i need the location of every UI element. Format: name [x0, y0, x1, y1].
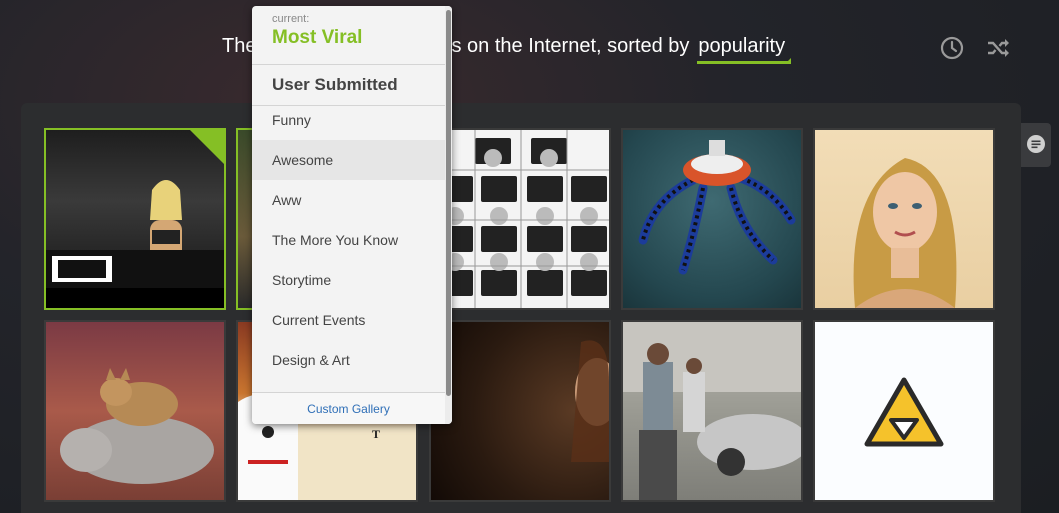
- gallery-dropdown: current: Most Viral User Submitted Funny…: [252, 6, 452, 424]
- thumb-image: [623, 322, 801, 500]
- menu-item-design-art[interactable]: Design & Art: [252, 340, 445, 380]
- menu-item-storytime[interactable]: Storytime: [252, 260, 445, 300]
- gallery-thumb-men-by-car[interactable]: [621, 320, 803, 502]
- thumb-image: [431, 322, 609, 500]
- comment-icon: [1027, 135, 1045, 153]
- dropdown-scrollbar-thumb[interactable]: [446, 10, 451, 396]
- gallery-thumb-vice[interactable]: [44, 128, 226, 310]
- gallery-thumb-warning[interactable]: [813, 320, 995, 502]
- sort-select[interactable]: popularity: [697, 35, 791, 64]
- menu-item-awesome[interactable]: Awesome: [252, 140, 445, 180]
- header: The s on the Internet, sorted by popular…: [0, 0, 1059, 100]
- gallery-thumb-girl-dark[interactable]: [429, 320, 611, 502]
- headline-middle: s on the Internet, sorted by: [451, 35, 690, 57]
- side-tab[interactable]: [1021, 123, 1051, 167]
- menu-item-current-events[interactable]: Current Events: [252, 300, 445, 340]
- thumb-image: [815, 322, 993, 500]
- thumb-image: [623, 130, 801, 308]
- gallery-thumb-kids-chalkboard[interactable]: [429, 128, 611, 310]
- current-section[interactable]: Most Viral: [272, 27, 362, 49]
- gallery-thumb-cat-on-dog[interactable]: [44, 320, 226, 502]
- custom-gallery-link[interactable]: Custom Gallery: [252, 392, 445, 424]
- gallery-thumb-blonde-portrait[interactable]: [813, 128, 995, 310]
- current-label: current:: [272, 13, 310, 25]
- menu-item-the-more-you-know[interactable]: The More You Know: [252, 220, 445, 260]
- thumb-image: [815, 130, 993, 308]
- gallery-thumb-robot-spider[interactable]: [621, 128, 803, 310]
- warning-triangle-icon: [864, 377, 944, 447]
- shuffle-icon[interactable]: [985, 35, 1011, 61]
- clock-icon[interactable]: [939, 35, 965, 61]
- selected-corner: [190, 130, 224, 164]
- menu-item-funny[interactable]: Funny: [252, 100, 445, 140]
- user-submitted-option[interactable]: User Submitted: [252, 65, 445, 105]
- thumb-image: [431, 130, 609, 308]
- thumb-image: [46, 322, 224, 500]
- menu-item-aww[interactable]: Aww: [252, 180, 445, 220]
